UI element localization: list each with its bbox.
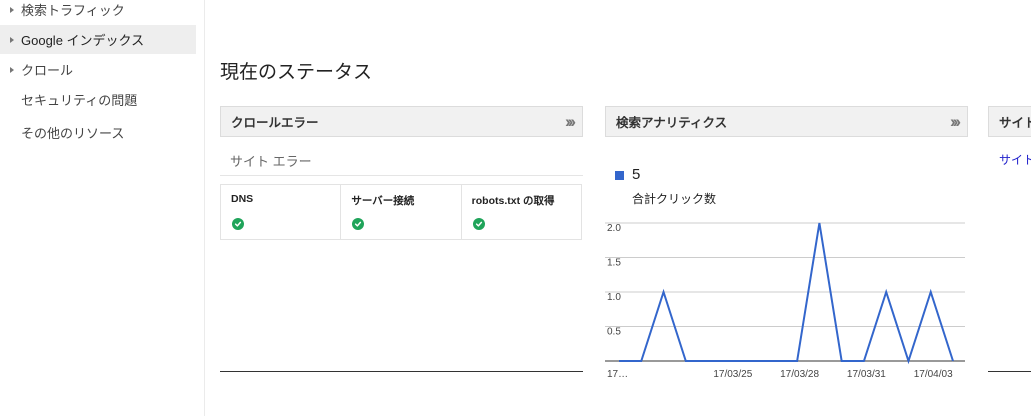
- y-tick-label: 1.5: [607, 258, 621, 269]
- robots-fetch-label: robots.txt の取得: [471, 195, 555, 207]
- sidebar-item-label: その他のリソース: [21, 126, 125, 141]
- double-chevron-right-icon[interactable]: ›››: [950, 112, 961, 132]
- sidebar-item-label: クロール: [21, 63, 74, 78]
- double-chevron-right-icon[interactable]: ›››: [565, 112, 576, 132]
- check-circle-icon: [472, 218, 485, 230]
- sidebar-item-label: セキュリティの問題: [21, 93, 138, 108]
- y-tick-label: 1.0: [607, 292, 621, 303]
- x-tick-label: 17/03/31: [847, 369, 886, 380]
- sidebar: 検索トラフィック Google インデックス クロール セキュリティの問題 その…: [0, 0, 205, 416]
- card-title: サイトマップ: [999, 116, 1031, 130]
- y-tick-label: 2.0: [607, 223, 621, 234]
- robots-fetch-cell[interactable]: robots.txt の取得: [462, 185, 581, 239]
- x-tick-label: 17/04/03: [914, 369, 953, 380]
- sidebar-item-search-traffic[interactable]: 検索トラフィック: [0, 0, 196, 24]
- server-connectivity-cell[interactable]: サーバー接続: [341, 185, 462, 239]
- total-clicks-value: 5: [632, 166, 641, 183]
- check-circle-icon: [232, 218, 244, 230]
- y-tick-label: 0.5: [607, 327, 621, 338]
- sitemaps-link[interactable]: サイトマップ: [999, 151, 1031, 168]
- x-tick-label: 17…: [607, 369, 628, 380]
- x-tick-label: 17/03/28: [780, 369, 819, 380]
- triangle-right-icon: [10, 36, 14, 43]
- sitemaps-header[interactable]: サイトマップ: [988, 106, 1031, 137]
- server-connectivity-label: サーバー接続: [351, 195, 415, 207]
- sidebar-item-label: 検索トラフィック: [21, 3, 125, 18]
- divider: [220, 175, 583, 176]
- legend-swatch: [615, 171, 624, 180]
- card-bottom-rule: [988, 371, 1031, 372]
- dns-cell[interactable]: DNS: [221, 185, 342, 239]
- crawl-errors-header[interactable]: クロールエラー ›››: [220, 106, 583, 137]
- triangle-right-icon: [10, 6, 14, 13]
- sidebar-item-security-issues[interactable]: セキュリティの問題: [0, 85, 196, 114]
- card-title: 検索アナリティクス: [616, 116, 728, 130]
- search-analytics-header[interactable]: 検索アナリティクス ›››: [605, 106, 968, 137]
- site-errors-label: サイト エラー: [230, 154, 312, 169]
- total-clicks-label: 合計クリック数: [632, 192, 717, 206]
- card-bottom-rule: [220, 371, 583, 372]
- sidebar-item-crawl[interactable]: クロール: [0, 55, 196, 84]
- clicks-line-chart[interactable]: 0.5 1.0 1.5 2.0 17… 17/03/25 17/03/28 17/03/31 1…: [605, 214, 968, 384]
- site-errors-table: DNS サーバー接続 robots.txt の取得: [220, 184, 582, 240]
- sidebar-item-other-resources[interactable]: その他のリソース: [0, 118, 196, 147]
- search-analytics-card: 検索アナリティクス ››› 5 合計クリック数 0.5 1.0 1.5 2.0 17… 1…: [605, 106, 968, 380]
- dns-label: DNS: [231, 193, 254, 205]
- triangle-right-icon: [10, 66, 14, 73]
- page-title: 現在のステータス: [220, 62, 373, 83]
- card-title: クロールエラー: [231, 116, 319, 130]
- crawl-errors-card: クロールエラー ››› サイト エラー DNS サーバー接続 robots.tx…: [220, 106, 583, 372]
- sidebar-item-label: Google インデックス: [21, 33, 145, 48]
- check-circle-icon: [352, 218, 365, 230]
- sidebar-item-google-index[interactable]: Google インデックス: [0, 25, 196, 54]
- x-tick-label: 17/03/25: [713, 369, 752, 380]
